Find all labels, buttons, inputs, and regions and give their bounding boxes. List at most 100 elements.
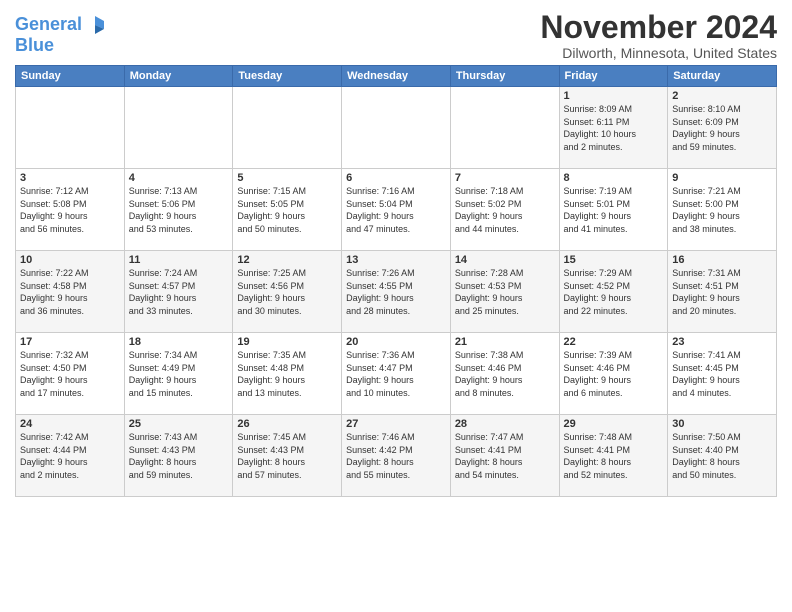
- day-number: 14: [455, 254, 555, 266]
- day-number: 5: [237, 172, 337, 184]
- day-info: Sunrise: 7:15 AM Sunset: 5:05 PM Dayligh…: [237, 185, 337, 235]
- calendar-cell: [233, 87, 342, 169]
- day-number: 27: [346, 418, 446, 430]
- calendar-week-row: 24Sunrise: 7:42 AM Sunset: 4:44 PM Dayli…: [16, 415, 777, 497]
- calendar-cell: 7Sunrise: 7:18 AM Sunset: 5:02 PM Daylig…: [450, 169, 559, 251]
- day-info: Sunrise: 7:28 AM Sunset: 4:53 PM Dayligh…: [455, 267, 555, 317]
- page-container: General Blue November 2024 Dilworth, Min…: [0, 0, 792, 502]
- day-number: 24: [20, 418, 120, 430]
- day-info: Sunrise: 7:12 AM Sunset: 5:08 PM Dayligh…: [20, 185, 120, 235]
- weekday-header: Tuesday: [233, 66, 342, 87]
- day-number: 2: [672, 90, 772, 102]
- day-info: Sunrise: 7:21 AM Sunset: 5:00 PM Dayligh…: [672, 185, 772, 235]
- calendar-cell: 6Sunrise: 7:16 AM Sunset: 5:04 PM Daylig…: [342, 169, 451, 251]
- calendar-cell: [342, 87, 451, 169]
- calendar-cell: 5Sunrise: 7:15 AM Sunset: 5:05 PM Daylig…: [233, 169, 342, 251]
- calendar-cell: 26Sunrise: 7:45 AM Sunset: 4:43 PM Dayli…: [233, 415, 342, 497]
- logo-text: General: [15, 15, 82, 35]
- day-info: Sunrise: 7:18 AM Sunset: 5:02 PM Dayligh…: [455, 185, 555, 235]
- day-info: Sunrise: 7:22 AM Sunset: 4:58 PM Dayligh…: [20, 267, 120, 317]
- month-title: November 2024: [540, 10, 777, 45]
- calendar-cell: 29Sunrise: 7:48 AM Sunset: 4:41 PM Dayli…: [559, 415, 668, 497]
- weekday-header: Wednesday: [342, 66, 451, 87]
- day-info: Sunrise: 7:45 AM Sunset: 4:43 PM Dayligh…: [237, 431, 337, 481]
- day-number: 8: [564, 172, 664, 184]
- day-info: Sunrise: 8:09 AM Sunset: 6:11 PM Dayligh…: [564, 103, 664, 153]
- calendar-header-row: SundayMondayTuesdayWednesdayThursdayFrid…: [16, 66, 777, 87]
- calendar-cell: 28Sunrise: 7:47 AM Sunset: 4:41 PM Dayli…: [450, 415, 559, 497]
- logo-text2: Blue: [15, 36, 106, 56]
- day-info: Sunrise: 7:19 AM Sunset: 5:01 PM Dayligh…: [564, 185, 664, 235]
- day-number: 22: [564, 336, 664, 348]
- calendar-cell: 12Sunrise: 7:25 AM Sunset: 4:56 PM Dayli…: [233, 251, 342, 333]
- day-number: 28: [455, 418, 555, 430]
- day-info: Sunrise: 7:39 AM Sunset: 4:46 PM Dayligh…: [564, 349, 664, 399]
- calendar-cell: [450, 87, 559, 169]
- calendar-week-row: 10Sunrise: 7:22 AM Sunset: 4:58 PM Dayli…: [16, 251, 777, 333]
- day-number: 13: [346, 254, 446, 266]
- calendar-table: SundayMondayTuesdayWednesdayThursdayFrid…: [15, 65, 777, 497]
- day-info: Sunrise: 7:34 AM Sunset: 4:49 PM Dayligh…: [129, 349, 229, 399]
- day-info: Sunrise: 7:25 AM Sunset: 4:56 PM Dayligh…: [237, 267, 337, 317]
- calendar-cell: 15Sunrise: 7:29 AM Sunset: 4:52 PM Dayli…: [559, 251, 668, 333]
- calendar-cell: 24Sunrise: 7:42 AM Sunset: 4:44 PM Dayli…: [16, 415, 125, 497]
- calendar-cell: 18Sunrise: 7:34 AM Sunset: 4:49 PM Dayli…: [124, 333, 233, 415]
- day-info: Sunrise: 7:31 AM Sunset: 4:51 PM Dayligh…: [672, 267, 772, 317]
- calendar-cell: [16, 87, 125, 169]
- calendar-cell: [124, 87, 233, 169]
- day-info: Sunrise: 7:36 AM Sunset: 4:47 PM Dayligh…: [346, 349, 446, 399]
- day-number: 26: [237, 418, 337, 430]
- weekday-header: Monday: [124, 66, 233, 87]
- weekday-header: Saturday: [668, 66, 777, 87]
- weekday-header: Sunday: [16, 66, 125, 87]
- weekday-header: Thursday: [450, 66, 559, 87]
- calendar-cell: 3Sunrise: 7:12 AM Sunset: 5:08 PM Daylig…: [16, 169, 125, 251]
- calendar-cell: 23Sunrise: 7:41 AM Sunset: 4:45 PM Dayli…: [668, 333, 777, 415]
- calendar-week-row: 1Sunrise: 8:09 AM Sunset: 6:11 PM Daylig…: [16, 87, 777, 169]
- day-info: Sunrise: 7:13 AM Sunset: 5:06 PM Dayligh…: [129, 185, 229, 235]
- subtitle: Dilworth, Minnesota, United States: [540, 45, 777, 61]
- calendar-cell: 13Sunrise: 7:26 AM Sunset: 4:55 PM Dayli…: [342, 251, 451, 333]
- day-info: Sunrise: 8:10 AM Sunset: 6:09 PM Dayligh…: [672, 103, 772, 153]
- day-info: Sunrise: 7:26 AM Sunset: 4:55 PM Dayligh…: [346, 267, 446, 317]
- day-number: 20: [346, 336, 446, 348]
- calendar-cell: 16Sunrise: 7:31 AM Sunset: 4:51 PM Dayli…: [668, 251, 777, 333]
- calendar-cell: 10Sunrise: 7:22 AM Sunset: 4:58 PM Dayli…: [16, 251, 125, 333]
- calendar-cell: 17Sunrise: 7:32 AM Sunset: 4:50 PM Dayli…: [16, 333, 125, 415]
- calendar-week-row: 17Sunrise: 7:32 AM Sunset: 4:50 PM Dayli…: [16, 333, 777, 415]
- calendar-cell: 9Sunrise: 7:21 AM Sunset: 5:00 PM Daylig…: [668, 169, 777, 251]
- title-block: November 2024 Dilworth, Minnesota, Unite…: [540, 10, 777, 61]
- day-info: Sunrise: 7:29 AM Sunset: 4:52 PM Dayligh…: [564, 267, 664, 317]
- logo-icon: [84, 14, 106, 36]
- day-number: 15: [564, 254, 664, 266]
- calendar-cell: 25Sunrise: 7:43 AM Sunset: 4:43 PM Dayli…: [124, 415, 233, 497]
- day-number: 1: [564, 90, 664, 102]
- header: General Blue November 2024 Dilworth, Min…: [15, 10, 777, 61]
- day-info: Sunrise: 7:50 AM Sunset: 4:40 PM Dayligh…: [672, 431, 772, 481]
- calendar-cell: 30Sunrise: 7:50 AM Sunset: 4:40 PM Dayli…: [668, 415, 777, 497]
- calendar-cell: 19Sunrise: 7:35 AM Sunset: 4:48 PM Dayli…: [233, 333, 342, 415]
- day-info: Sunrise: 7:43 AM Sunset: 4:43 PM Dayligh…: [129, 431, 229, 481]
- day-number: 12: [237, 254, 337, 266]
- day-info: Sunrise: 7:48 AM Sunset: 4:41 PM Dayligh…: [564, 431, 664, 481]
- day-number: 23: [672, 336, 772, 348]
- day-number: 11: [129, 254, 229, 266]
- day-number: 21: [455, 336, 555, 348]
- calendar-cell: 14Sunrise: 7:28 AM Sunset: 4:53 PM Dayli…: [450, 251, 559, 333]
- day-number: 25: [129, 418, 229, 430]
- day-number: 30: [672, 418, 772, 430]
- calendar-cell: 1Sunrise: 8:09 AM Sunset: 6:11 PM Daylig…: [559, 87, 668, 169]
- calendar-cell: 2Sunrise: 8:10 AM Sunset: 6:09 PM Daylig…: [668, 87, 777, 169]
- calendar-cell: 8Sunrise: 7:19 AM Sunset: 5:01 PM Daylig…: [559, 169, 668, 251]
- day-number: 4: [129, 172, 229, 184]
- day-number: 29: [564, 418, 664, 430]
- day-info: Sunrise: 7:38 AM Sunset: 4:46 PM Dayligh…: [455, 349, 555, 399]
- day-info: Sunrise: 7:16 AM Sunset: 5:04 PM Dayligh…: [346, 185, 446, 235]
- calendar-cell: 11Sunrise: 7:24 AM Sunset: 4:57 PM Dayli…: [124, 251, 233, 333]
- calendar-cell: 20Sunrise: 7:36 AM Sunset: 4:47 PM Dayli…: [342, 333, 451, 415]
- day-info: Sunrise: 7:42 AM Sunset: 4:44 PM Dayligh…: [20, 431, 120, 481]
- day-number: 7: [455, 172, 555, 184]
- day-info: Sunrise: 7:41 AM Sunset: 4:45 PM Dayligh…: [672, 349, 772, 399]
- calendar-cell: 4Sunrise: 7:13 AM Sunset: 5:06 PM Daylig…: [124, 169, 233, 251]
- day-info: Sunrise: 7:32 AM Sunset: 4:50 PM Dayligh…: [20, 349, 120, 399]
